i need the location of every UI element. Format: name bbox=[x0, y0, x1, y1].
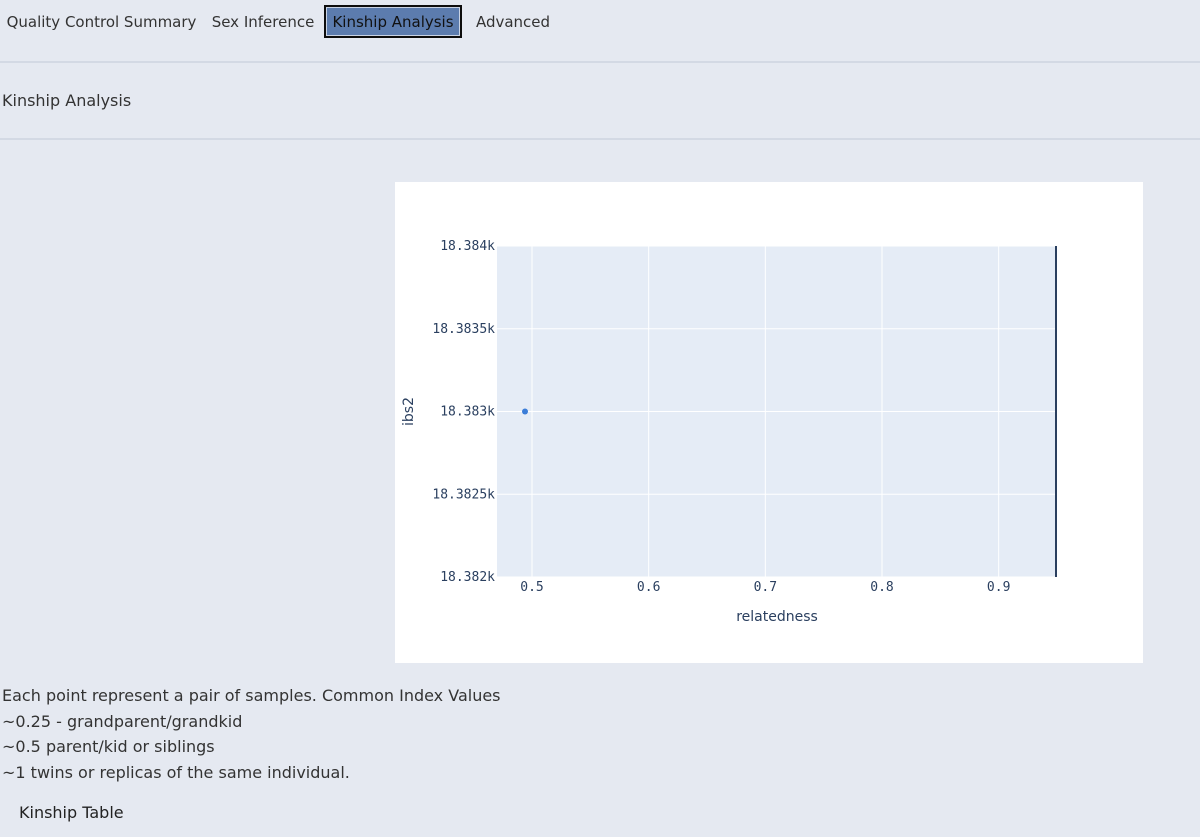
y-tick-label: 18.3825k bbox=[432, 487, 495, 502]
page-title: Kinship Analysis bbox=[2, 91, 132, 110]
y-axis-label: ibs2 bbox=[401, 397, 417, 426]
kinship-plot-card: 0.5 0.6 0.7 0.8 0.9 18.382k 18.3825k 18.383k 18.… bbox=[395, 182, 1143, 663]
kinship-notes: Each point represent a pair of samples. … bbox=[2, 683, 501, 785]
notes-line-1: Each point represent a pair of samples. … bbox=[2, 686, 501, 705]
x-tick-label: 0.8 bbox=[870, 580, 893, 595]
tab-kinship-analysis[interactable]: Kinship Analysis bbox=[324, 5, 462, 38]
divider-top bbox=[0, 61, 1200, 63]
divider-bottom bbox=[0, 138, 1200, 140]
notes-line-2: ~0.25 - grandparent/grandkid bbox=[2, 711, 243, 731]
x-tick-label: 0.5 bbox=[520, 580, 543, 595]
kinship-table-heading: Kinship Table bbox=[19, 803, 124, 822]
x-tick-label: 0.7 bbox=[754, 580, 777, 595]
x-tick-label: 0.6 bbox=[637, 580, 660, 595]
x-axis-label: relatedness bbox=[736, 609, 818, 625]
notes-line-4: ~1 twins or replicas of the same individ… bbox=[2, 762, 350, 782]
tab-advanced[interactable]: Advanced bbox=[472, 5, 554, 38]
kinship-scatter-plot[interactable]: 0.5 0.6 0.7 0.8 0.9 18.382k 18.3825k 18.383k 18.… bbox=[395, 182, 1143, 663]
tab-sex-inference[interactable]: Sex Inference bbox=[210, 5, 316, 38]
y-tick-label: 18.3835k bbox=[432, 322, 495, 337]
y-tick-label: 18.382k bbox=[440, 570, 495, 585]
tab-quality-control-summary[interactable]: Quality Control Summary bbox=[7, 5, 197, 38]
y-tick-label: 18.384k bbox=[440, 239, 495, 254]
y-tick-label: 18.383k bbox=[440, 405, 495, 420]
data-point bbox=[522, 408, 528, 415]
tab-bar: Quality Control Summary Sex Inference Ki… bbox=[0, 0, 1200, 44]
x-tick-label: 0.9 bbox=[987, 580, 1010, 595]
notes-line-3: ~0.5 parent/kid or siblings bbox=[2, 737, 215, 756]
